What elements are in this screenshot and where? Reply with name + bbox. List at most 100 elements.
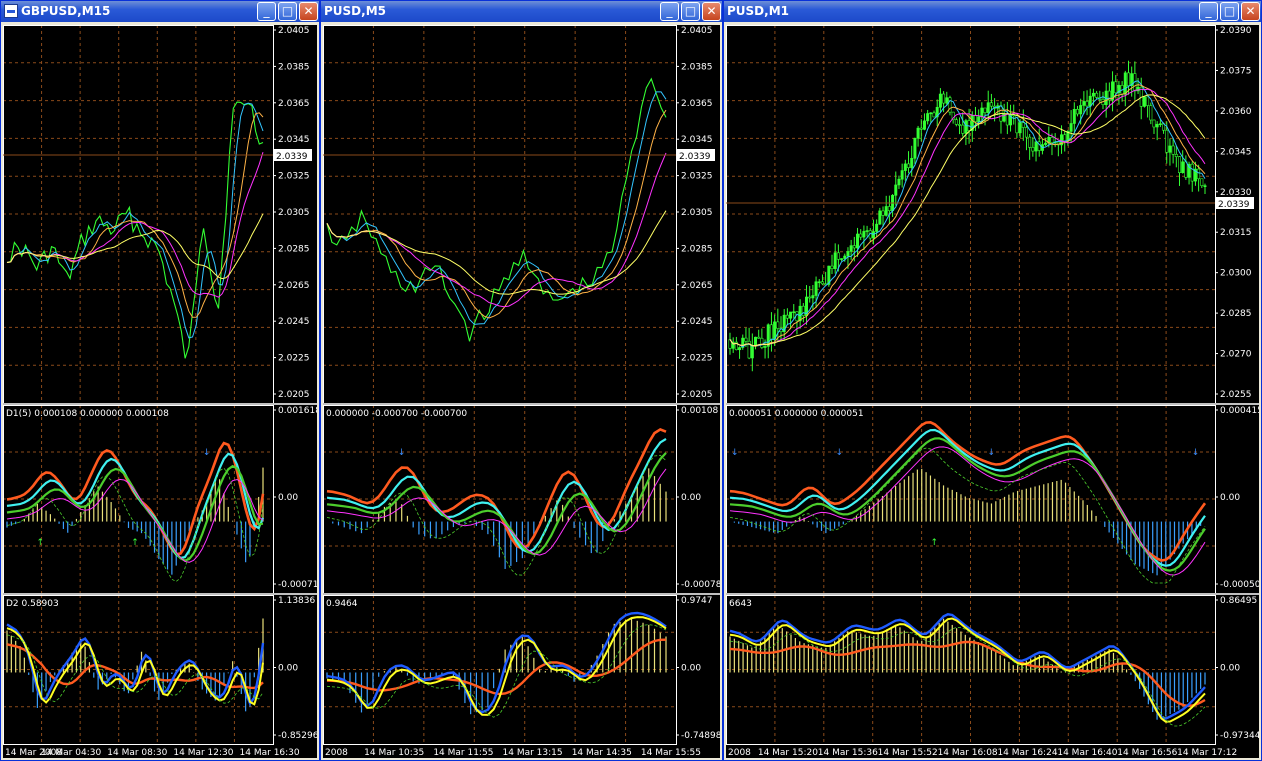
candle-body	[983, 107, 987, 113]
candle-body	[900, 170, 904, 180]
ma-long-line	[6, 213, 264, 280]
window-titlebar[interactable]: PUSD,M5 _ □ ✕	[321, 1, 722, 22]
current-price-label: 2.0339	[1218, 200, 1250, 210]
candle-body	[881, 210, 885, 216]
signal-dashed-line	[729, 447, 1206, 584]
indicator-2-scale-label: -0.97344	[1220, 731, 1259, 741]
candle-body	[1072, 108, 1076, 124]
candle-body	[849, 245, 853, 252]
price-scale-label: 2.0285	[681, 244, 713, 254]
price-scale-label: 2.0330	[1220, 188, 1252, 198]
candle-body	[1082, 101, 1086, 106]
price-scale-label: 2.0365	[278, 99, 310, 109]
chart-client-area[interactable]: 2.0405 2.0385 2.0365 2.0345 2.0325 2.0305 2.02…	[323, 25, 720, 758]
time-axis-label: 2008	[325, 748, 348, 758]
maximize-button[interactable]: □	[681, 2, 700, 21]
price-scale-label: 2.0390	[1220, 26, 1252, 36]
candle-body	[808, 296, 812, 299]
chart-window-gbpusd-m15[interactable]: GBPUSD,M15 _ □ ✕ 2.0405 2.0385 2.0365 2.034…	[0, 0, 320, 761]
indicator-2-scale-label: 0.86495	[1220, 596, 1257, 606]
chart-client-area[interactable]: 2.0405 2.0385 2.0365 2.0345 2.0325 2.0305 2.02…	[3, 25, 317, 758]
down-arrow-icon: ↓	[731, 448, 739, 458]
candle-body	[836, 252, 840, 260]
maximize-button[interactable]: □	[1220, 2, 1239, 21]
pane-separator	[3, 403, 317, 405]
close-button[interactable]: ✕	[1241, 2, 1260, 21]
minimize-button[interactable]: _	[660, 2, 679, 21]
candle-body	[843, 255, 847, 259]
window-titlebar[interactable]: PUSD,M1 _ □ ✕	[724, 1, 1261, 22]
candle-body	[830, 265, 834, 269]
candle-body	[932, 112, 936, 118]
candle-body	[811, 295, 815, 299]
candle-body	[1197, 168, 1201, 180]
candle-body	[1165, 129, 1169, 153]
candle-body	[760, 337, 764, 348]
indicator-1-scale-label: 0.00	[681, 493, 701, 503]
candle-body	[1126, 72, 1130, 87]
candle-body	[1021, 122, 1025, 128]
candle-body	[977, 116, 981, 123]
price-scale-label: 2.0285	[278, 244, 310, 254]
ma-mid-line	[6, 112, 264, 318]
close-button[interactable]: ✕	[299, 2, 318, 21]
price-scale-label: 2.0405	[278, 26, 310, 36]
close-button[interactable]: ✕	[702, 2, 721, 21]
indicator-2-scale-label: 0.00	[278, 664, 298, 674]
candle-body	[865, 230, 869, 232]
candle-body	[820, 281, 824, 285]
candle-body	[919, 127, 923, 130]
indicator-1-scale-label: 0.00	[1220, 493, 1240, 503]
indicator-2-scale-label: -0.85296	[278, 731, 317, 741]
candle-body	[754, 336, 758, 347]
chart-panes[interactable]: 2.0405 2.0385 2.0365 2.0345 2.0325 2.0305 2.02…	[323, 25, 720, 758]
indicator-1-label: D1(5) 0.000108 0.000000 0.000108	[6, 409, 169, 419]
candle-body	[1024, 127, 1028, 138]
minimize-button[interactable]: _	[1199, 2, 1218, 21]
indicator-1-scale-label: 0.001618	[278, 406, 317, 416]
maximize-button[interactable]: □	[278, 2, 297, 21]
candle-body	[958, 124, 962, 126]
price-scale-label: 2.0305	[681, 208, 713, 218]
price-scale-label: 2.0365	[681, 99, 713, 109]
candle-body	[1152, 119, 1156, 128]
chart-panes[interactable]: 2.0390 2.0375 2.0360 2.0345 2.0330 2.0315 2.03…	[726, 25, 1259, 758]
minimize-button[interactable]: _	[257, 2, 276, 21]
price-scale-label: 2.0265	[278, 281, 310, 291]
candle-body	[871, 231, 875, 239]
window-title: PUSD,M5	[324, 4, 386, 18]
time-axis-label: 14 Mar 16:40	[1057, 748, 1117, 758]
indicator-1-label: 0.000051 0.000000 0.000051	[729, 409, 864, 419]
candle-body	[1158, 123, 1162, 126]
time-axis-label: 14 Mar 16:24	[997, 748, 1057, 758]
pane-separator	[726, 403, 1259, 405]
candle-body	[1174, 154, 1178, 157]
candle-body	[942, 93, 946, 104]
chart-window-pusd-m5[interactable]: PUSD,M5 _ □ ✕ 2.0405 2.0385 2.0365 2.0345 2.…	[320, 0, 723, 761]
price-scale-label: 2.0245	[681, 317, 713, 327]
candle-body	[875, 223, 879, 232]
candle-body	[1018, 122, 1022, 134]
indicator-2-scale-label: 0.00	[681, 664, 701, 674]
chart-client-area[interactable]: 2.0390 2.0375 2.0360 2.0345 2.0330 2.0315 2.03…	[726, 25, 1259, 758]
candle-body	[1095, 92, 1099, 98]
indicator-2-scale-label: 0.9747	[681, 596, 713, 606]
candle-body	[1171, 145, 1175, 155]
candle-body	[897, 178, 901, 186]
down-arrow-icon: ↓	[987, 448, 995, 458]
chart-window-pusd-m1[interactable]: PUSD,M1 _ □ ✕ 2.0390 2.0375 2.0360 2.0345 2.…	[723, 0, 1262, 761]
candle-body	[989, 102, 993, 107]
candle-body	[964, 120, 968, 134]
time-axis-label: 14 Mar 11:55	[433, 748, 493, 758]
price-scale-label: 2.0325	[681, 172, 713, 182]
candle-body	[776, 321, 780, 329]
candle-body	[1184, 161, 1188, 178]
price-scale-label: 2.0265	[681, 281, 713, 291]
candle-body	[916, 127, 920, 139]
chart-panes[interactable]: 2.0405 2.0385 2.0365 2.0345 2.0325 2.0305 2.02…	[3, 25, 317, 758]
window-titlebar[interactable]: GBPUSD,M15 _ □ ✕	[1, 1, 319, 22]
candle-body	[757, 336, 761, 339]
candle-body	[986, 102, 990, 113]
candle-body	[750, 345, 754, 359]
price-line	[6, 101, 264, 359]
